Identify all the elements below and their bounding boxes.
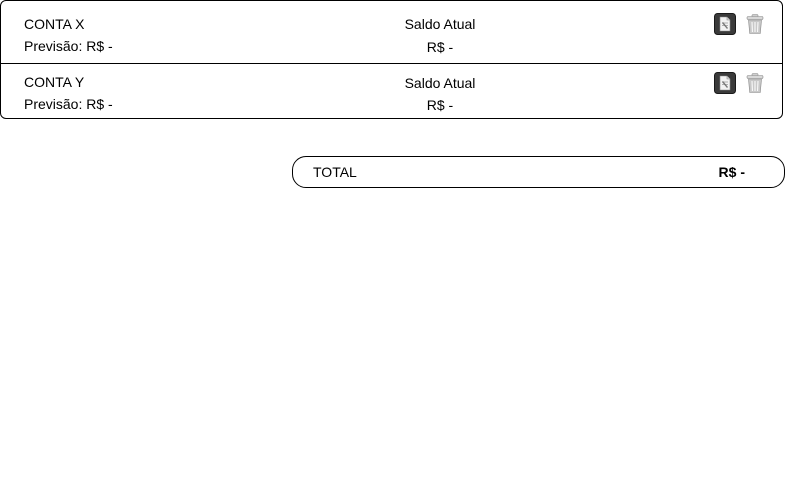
account-name: CONTA X: [24, 16, 85, 32]
trash-can-icon[interactable]: [744, 13, 766, 35]
total-label: TOTAL: [313, 164, 357, 180]
total-bar: TOTAL R$ -: [292, 156, 785, 188]
accounts-panel: CONTA X Previsão: R$ - Saldo Atual R$ -: [0, 0, 783, 119]
account-row: CONTA X Previsão: R$ - Saldo Atual R$ -: [1, 1, 782, 63]
account-actions: [714, 72, 766, 94]
total-value: R$ -: [718, 164, 745, 180]
edit-document-icon[interactable]: [714, 13, 736, 35]
edit-document-icon[interactable]: [714, 72, 736, 94]
account-row: CONTA Y Previsão: R$ - Saldo Atual R$ -: [1, 63, 782, 118]
balance-label: Saldo Atual: [404, 75, 476, 91]
balance-value: R$ -: [426, 97, 454, 113]
account-forecast: Previsão: R$ -: [24, 96, 113, 112]
balance-label: Saldo Atual: [404, 16, 476, 32]
balance-value: R$ -: [426, 39, 454, 55]
account-name: CONTA Y: [24, 74, 85, 90]
trash-can-icon[interactable]: [744, 72, 766, 94]
account-forecast: Previsão: R$ -: [24, 38, 113, 54]
account-actions: [714, 13, 766, 35]
